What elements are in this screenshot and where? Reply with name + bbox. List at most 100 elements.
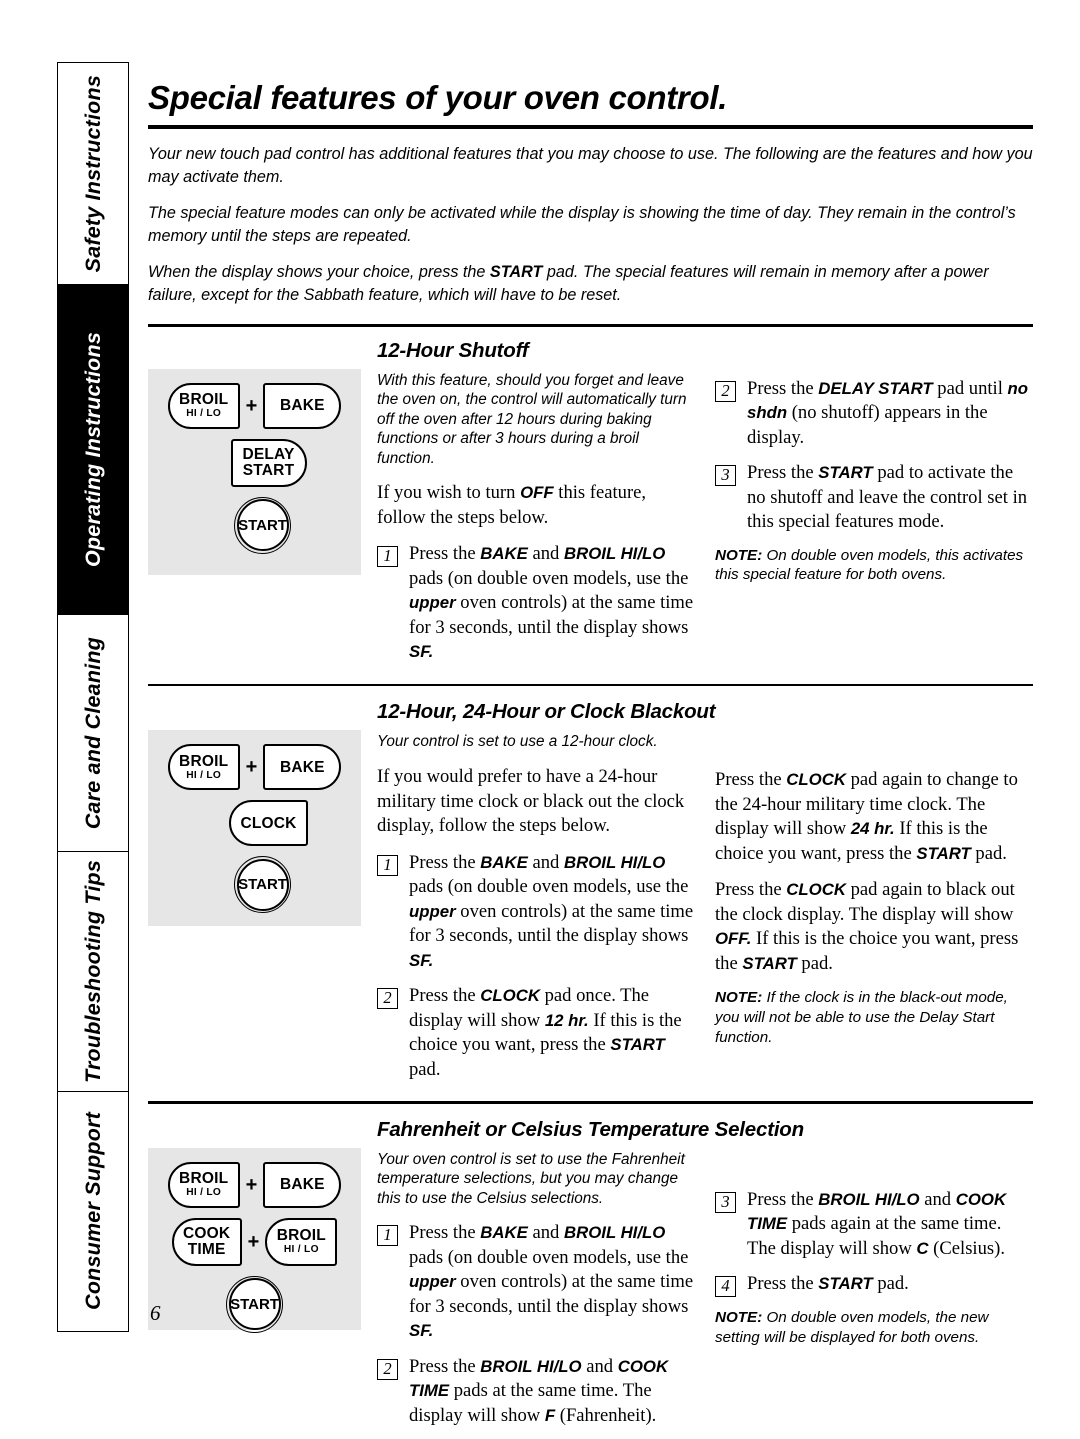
key-label: BROIL xyxy=(179,752,229,770)
key-label: BAKE xyxy=(279,1175,325,1193)
start-inner-ring: START xyxy=(236,499,289,551)
start-inner-ring: START xyxy=(228,1278,281,1331)
bake-pad-reference: BAKE xyxy=(480,852,528,872)
step-text: Press the BAKE and BROIL HI/LO pads (on … xyxy=(409,543,694,662)
key-sublabel: HI / LO xyxy=(283,1243,319,1255)
section2-note: NOTE: If the clock is in the black-out m… xyxy=(715,988,1033,1047)
key-broil-hi-lo[interactable]: BROIL HI / LO xyxy=(167,382,240,429)
step-number: 4 xyxy=(715,1276,736,1298)
step-number: 1 xyxy=(377,1225,398,1247)
start-pad-reference: START xyxy=(489,263,543,281)
step-text: Press the BAKE and BROIL HI/LO pads (on … xyxy=(409,1222,694,1341)
key-bake[interactable]: BAKE xyxy=(263,744,342,791)
sidebar-item-safety-instructions[interactable]: Safety Instructions xyxy=(58,63,128,285)
page-title: Special features of your oven control. xyxy=(148,79,728,116)
step-number: 2 xyxy=(715,380,736,402)
key-start[interactable]: START xyxy=(234,496,291,554)
step-text: Press the START pad. xyxy=(747,1273,909,1295)
start-pad-reference: START xyxy=(818,1274,873,1294)
step-item: 3 Press the START pad to activate the no… xyxy=(715,461,1033,535)
section-clock-blackout: 12-Hour, 24-Hour or Clock Blackout BROIL… xyxy=(148,686,1033,1093)
key-clock[interactable]: CLOCK xyxy=(229,800,308,847)
key-sublabel: HI / LO xyxy=(186,1186,222,1198)
twentyfour-hr-display-reference: 24 hr. xyxy=(850,819,895,839)
key-broil-hi-lo-2[interactable]: BROIL HI / LO xyxy=(265,1217,338,1266)
section1-right-column: 2 Press the DELAY START pad until no shd… xyxy=(715,369,1033,595)
key-label: DELAY xyxy=(242,445,295,463)
key-label: BROIL xyxy=(179,1169,229,1187)
section-heading: Fahrenheit or Celsius Temperature Select… xyxy=(377,1117,804,1141)
intro-paragraph-3: When the display shows your choice, pres… xyxy=(148,261,1033,306)
section2-right-paragraph-2: Press the CLOCK pad again to black out t… xyxy=(715,879,1019,974)
section3-note: NOTE: On double oven models, the new set… xyxy=(715,1308,1033,1347)
upper-reference: upper xyxy=(409,901,456,921)
step-text: Press the BAKE and BROIL HI/LO pads (on … xyxy=(409,851,694,970)
key-label-2: START xyxy=(242,461,295,479)
key-label: BROIL xyxy=(276,1226,326,1244)
section2-right-column: Press the CLOCK pad again to change to t… xyxy=(715,730,1033,1057)
upper-reference: upper xyxy=(409,593,456,613)
broil-pad-reference: BROIL HI/LO xyxy=(564,544,666,564)
sidebar-item-label: Care and Cleaning xyxy=(80,636,105,830)
sidebar-item-consumer-support[interactable]: Consumer Support xyxy=(58,1092,128,1330)
key-start[interactable]: START xyxy=(234,856,291,914)
off-display-reference: OFF. xyxy=(715,929,752,949)
section1-note: NOTE: On double oven models, this activa… xyxy=(715,546,1033,585)
plus-symbol: + xyxy=(247,1230,260,1253)
key-broil-hi-lo[interactable]: BROIL HI / LO xyxy=(167,1161,240,1208)
sidebar-item-care-and-cleaning[interactable]: Care and Cleaning xyxy=(58,615,128,852)
key-label: CLOCK xyxy=(240,814,297,832)
key-delay-start[interactable]: DELAY START xyxy=(230,438,307,487)
section-heading: 12-Hour, 24-Hour or Clock Blackout xyxy=(377,700,716,724)
section2-middle-column: Your control is set to use a 12-hour clo… xyxy=(377,730,695,1093)
note-label: NOTE: xyxy=(715,546,763,564)
step-number: 3 xyxy=(715,465,736,486)
key-start[interactable]: START xyxy=(226,1275,283,1333)
sf-display-reference: SF. xyxy=(409,1321,434,1341)
section-navigation-sidebar: Safety Instructions Operating Instructio… xyxy=(57,62,129,1332)
key-bake[interactable]: BAKE xyxy=(263,382,342,429)
key-cook-time[interactable]: COOK TIME xyxy=(171,1217,242,1266)
key-bake[interactable]: BAKE xyxy=(263,1161,342,1208)
bake-pad-reference: BAKE xyxy=(480,1223,528,1243)
page-number: 6 xyxy=(150,1301,161,1325)
sidebar-item-label: Safety Instructions xyxy=(80,74,105,273)
section3-right-column: 3 Press the BROIL HI/LO and COOK TIME pa… xyxy=(715,1148,1033,1358)
fahrenheit-display-reference: F xyxy=(544,1405,556,1425)
sidebar-item-operating-instructions[interactable]: Operating Instructions xyxy=(58,285,128,615)
intro-paragraph-2: The special feature modes can only be ac… xyxy=(148,204,1016,245)
step-item: 1 Press the BAKE and BROIL HI/LO pads (o… xyxy=(377,1221,695,1344)
upper-reference: upper xyxy=(409,1272,456,1292)
step-text: Press the START pad to activate the no s… xyxy=(747,462,1028,532)
clock-pad-reference: CLOCK xyxy=(786,770,846,790)
plus-symbol: + xyxy=(245,1173,258,1196)
section2-lead-text: If you would prefer to have a 24-hour mi… xyxy=(377,766,685,837)
key-label-2: TIME xyxy=(187,1240,226,1258)
bake-pad-reference: BAKE xyxy=(480,544,528,564)
key-label: BAKE xyxy=(279,758,325,776)
note-label: NOTE: xyxy=(715,989,763,1007)
key-label: BROIL xyxy=(179,390,229,408)
start-pad-reference: START xyxy=(916,843,971,863)
key-broil-hi-lo[interactable]: BROIL HI / LO xyxy=(167,744,240,791)
broil-pad-reference: BROIL HI/LO xyxy=(480,1356,582,1376)
key-label: START xyxy=(230,1295,279,1313)
page-content: Special features of your oven control. Y… xyxy=(148,62,1033,1439)
step-number: 1 xyxy=(377,854,398,876)
key-sublabel: HI / LO xyxy=(186,407,222,419)
key-label: COOK xyxy=(183,1224,231,1242)
sf-display-reference: SF. xyxy=(409,950,434,970)
step-text: Press the CLOCK pad once. The display wi… xyxy=(409,985,682,1080)
clock-pad-reference: CLOCK xyxy=(786,880,846,900)
sidebar-item-troubleshooting-tips[interactable]: Troubleshooting Tips xyxy=(58,852,128,1092)
key-label: START xyxy=(238,876,287,894)
sidebar-item-label: Consumer Support xyxy=(80,1112,105,1310)
step-item: 2 Press the BROIL HI/LO and COOK TIME pa… xyxy=(377,1355,695,1429)
title-divider xyxy=(148,125,1033,129)
section2-right-paragraph-1: Press the CLOCK pad again to change to t… xyxy=(715,769,1018,864)
step-text: Press the BROIL HI/LO and COOK TIME pads… xyxy=(747,1188,1007,1259)
sf-display-reference: SF. xyxy=(409,642,434,662)
celsius-display-reference: C xyxy=(916,1238,929,1258)
section-fahrenheit-celsius: Fahrenheit or Celsius Temperature Select… xyxy=(148,1104,1033,1439)
step-number: 2 xyxy=(377,988,398,1010)
